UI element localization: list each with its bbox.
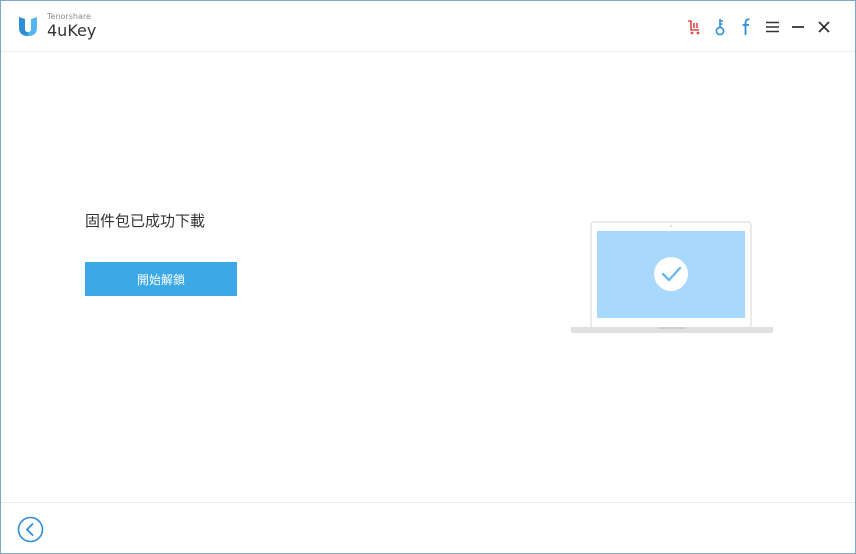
menu-button[interactable] — [761, 16, 783, 38]
menu-icon — [765, 21, 779, 33]
facebook-icon — [742, 18, 750, 35]
key-icon — [715, 19, 725, 36]
start-unlock-label: 開始解鎖 — [136, 272, 185, 287]
tenorshare-logo-icon — [19, 17, 37, 36]
facebook-button[interactable] — [735, 16, 757, 38]
footer-bar — [1, 502, 855, 553]
minimize-icon — [792, 26, 804, 28]
close-icon — [818, 21, 830, 33]
chevron-left-icon — [26, 523, 34, 536]
brand: Tenorshare 4uKey — [47, 12, 96, 40]
minimize-button[interactable] — [787, 16, 809, 38]
back-button[interactable] — [17, 516, 44, 543]
cart-icon — [688, 20, 700, 35]
titlebar-controls — [679, 16, 835, 38]
title-bar: Tenorshare 4uKey — [1, 1, 855, 52]
product-name: 4uKey — [47, 21, 97, 40]
close-button[interactable] — [813, 16, 835, 38]
download-success-message: 固件包已成功下載 — [85, 212, 206, 230]
laptop-success-illustration — [571, 221, 773, 333]
app-window: Tenorshare 4uKey 固件包已成功下載 開始解鎖 — [0, 0, 856, 554]
start-unlock-button[interactable]: 開始解鎖 — [85, 262, 237, 296]
company-name: Tenorshare — [47, 12, 91, 21]
checkmark-icon — [654, 257, 688, 291]
main-content: 固件包已成功下載 開始解鎖 — [1, 52, 855, 502]
cart-button[interactable] — [683, 16, 705, 38]
key-button[interactable] — [709, 16, 731, 38]
